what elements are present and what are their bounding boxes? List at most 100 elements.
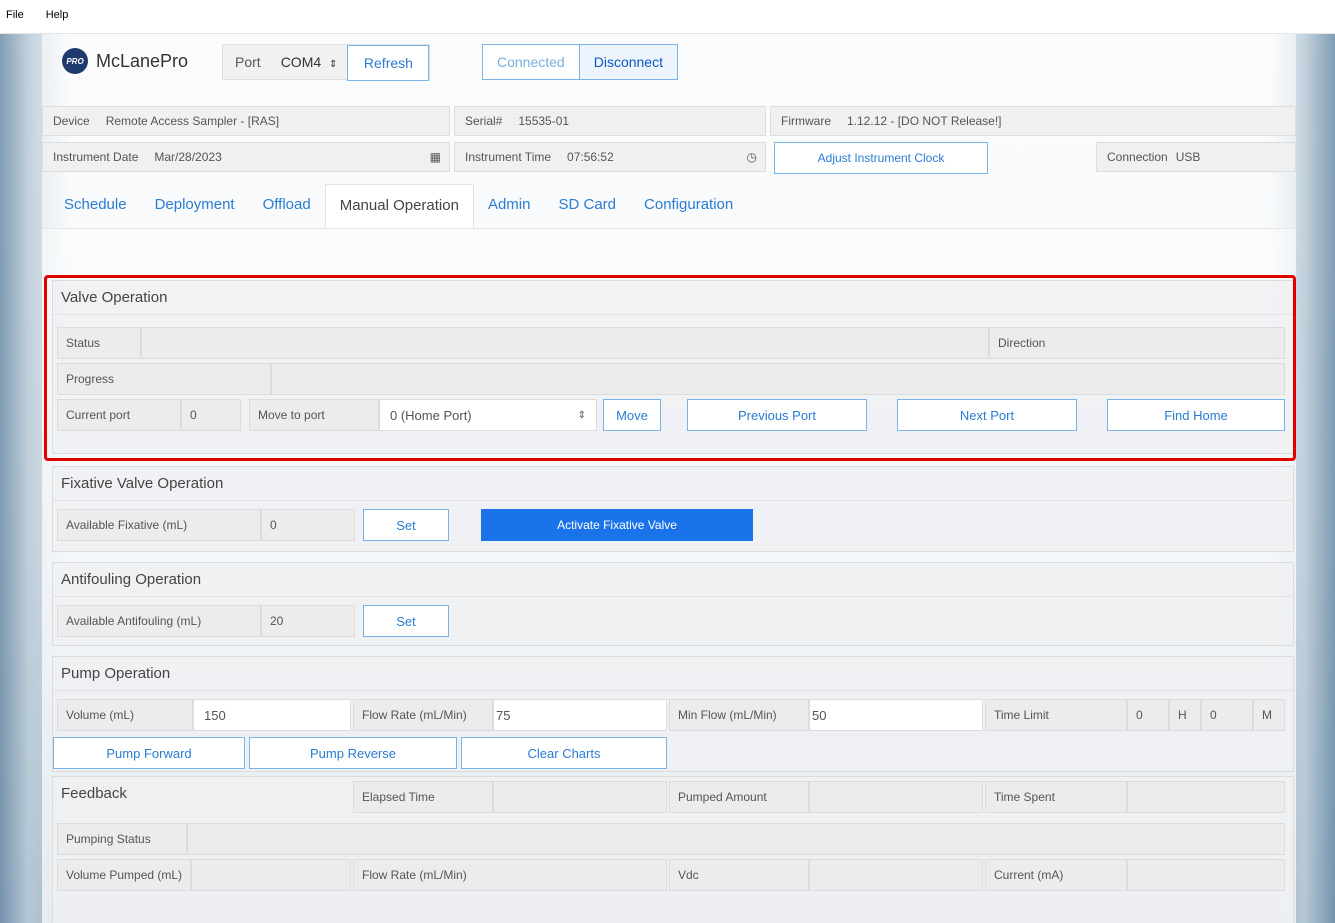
time-value: 07:56:52: [567, 150, 614, 164]
time-spent-label: Time Spent: [985, 781, 1127, 813]
serial-value: 15535-01: [518, 114, 570, 128]
pump-panel: Pump Operation Volume (mL) 150 Flow Rate…: [52, 656, 1294, 772]
move-to-port-select[interactable]: 0 (Home Port) ⇕: [379, 399, 597, 431]
current-value: [1127, 859, 1285, 891]
current-port-value: 0: [181, 399, 241, 431]
vdc-value: [809, 859, 983, 891]
min-flow-input[interactable]: 50: [809, 699, 983, 731]
pumped-amount-label: Pumped Amount: [669, 781, 809, 813]
serial-field: Serial# 15535-01: [454, 106, 766, 136]
port-value: COM4: [280, 54, 322, 70]
port-group: Port COM4 ⇕ Refresh: [222, 44, 431, 81]
tab-manual-operation[interactable]: Manual Operation: [324, 184, 474, 228]
pumping-status-label: Pumping Status: [57, 823, 187, 855]
status-label: Status: [57, 327, 141, 359]
volume-pumped-value: [191, 859, 351, 891]
logo-text: McLanePro: [96, 50, 189, 71]
current-port-label: Current port: [57, 399, 181, 431]
menu-bar: File Help: [0, 0, 1335, 34]
clock-icon[interactable]: ◷: [747, 150, 757, 164]
flow-rate-input[interactable]: 75: [493, 699, 667, 731]
find-home-button[interactable]: Find Home: [1107, 399, 1285, 431]
fixative-title: Fixative Valve Operation: [53, 467, 1293, 501]
tab-sd-card[interactable]: SD Card: [544, 184, 630, 228]
select-arrows-icon: ⇕: [329, 59, 338, 70]
port-label: Port: [235, 54, 261, 70]
hours-unit: H: [1169, 699, 1201, 731]
progress-label: Progress: [57, 363, 271, 395]
progress-bar: [271, 363, 1285, 395]
fixative-set-button[interactable]: Set: [363, 509, 449, 541]
top-bar: PRO McLanePro Port COM4 ⇕ Refresh Connec…: [42, 34, 1296, 98]
tab-configuration[interactable]: Configuration: [630, 184, 747, 228]
volume-input[interactable]: 150: [193, 699, 351, 731]
available-antifouling-label: Available Antifouling (mL): [57, 605, 261, 637]
elapsed-time-value: [493, 781, 667, 813]
tab-schedule[interactable]: Schedule: [42, 184, 141, 228]
antifouling-panel: Antifouling Operation Available Antifoul…: [52, 562, 1294, 646]
next-port-button[interactable]: Next Port: [897, 399, 1077, 431]
minutes-unit: M: [1253, 699, 1285, 731]
time-label: Instrument Time: [465, 150, 552, 164]
logo: PRO McLanePro: [62, 48, 188, 74]
time-limit-label: Time Limit: [985, 699, 1127, 731]
instrument-date-field[interactable]: Instrument Date Mar/28/2023 ▦: [42, 142, 450, 172]
current-label: Current (mA): [985, 859, 1127, 891]
pump-title: Pump Operation: [53, 657, 1293, 691]
minutes-input[interactable]: 0: [1201, 699, 1253, 731]
refresh-button[interactable]: Refresh: [347, 45, 430, 81]
connection-type-field: Connection USB: [1096, 142, 1296, 172]
vdc-label: Vdc: [669, 859, 809, 891]
pumping-status-value: [187, 823, 1285, 855]
volume-label: Volume (mL): [57, 699, 193, 731]
app-window: PRO McLanePro Port COM4 ⇕ Refresh Connec…: [42, 34, 1296, 923]
available-fixative-label: Available Fixative (mL): [57, 509, 261, 541]
activate-fixative-button[interactable]: Activate Fixative Valve: [481, 509, 753, 541]
move-to-port-value: 0 (Home Port): [390, 407, 472, 423]
menu-file[interactable]: File: [6, 9, 24, 21]
date-value: Mar/28/2023: [154, 150, 222, 164]
pumped-amount-value: [809, 781, 983, 813]
main-tabs: Schedule Deployment Offload Manual Opera…: [42, 184, 747, 228]
move-to-port-label: Move to port: [249, 399, 379, 431]
available-antifouling-value: 20: [261, 605, 355, 637]
firmware-label: Firmware: [781, 114, 831, 128]
available-fixative-value: 0: [261, 509, 355, 541]
min-flow-label: Min Flow (mL/Min): [669, 699, 809, 731]
fixative-panel: Fixative Valve Operation Available Fixat…: [52, 466, 1294, 552]
firmware-value: 1.12.12 - [DO NOT Release!]: [847, 114, 1002, 128]
device-label: Device: [53, 114, 90, 128]
pump-forward-button[interactable]: Pump Forward: [53, 737, 245, 769]
feedback-panel: Feedback Elapsed Time Pumped Amount Time…: [52, 776, 1294, 923]
clear-charts-button[interactable]: Clear Charts: [461, 737, 667, 769]
logo-badge-icon: PRO: [62, 48, 88, 74]
disconnect-button[interactable]: Disconnect: [578, 45, 677, 79]
port-select[interactable]: COM4 ⇕: [272, 45, 348, 79]
flow-rate-feedback-label: Flow Rate (mL/Min): [353, 859, 667, 891]
device-value: Remote Access Sampler - [RAS]: [105, 114, 280, 128]
date-label: Instrument Date: [53, 150, 139, 164]
calendar-icon[interactable]: ▦: [430, 150, 441, 164]
connection-type-value: USB: [1175, 150, 1201, 164]
antifouling-set-button[interactable]: Set: [363, 605, 449, 637]
serial-label: Serial#: [465, 114, 503, 128]
time-spent-value: [1127, 781, 1285, 813]
menu-help[interactable]: Help: [46, 9, 69, 21]
device-field: Device Remote Access Sampler - [RAS]: [42, 106, 450, 136]
connected-button[interactable]: Connected: [483, 45, 579, 79]
volume-pumped-label: Volume Pumped (mL): [57, 859, 191, 891]
pump-reverse-button[interactable]: Pump Reverse: [249, 737, 457, 769]
move-button[interactable]: Move: [603, 399, 661, 431]
antifouling-title: Antifouling Operation: [53, 563, 1293, 597]
hours-input[interactable]: 0: [1127, 699, 1169, 731]
tab-deployment[interactable]: Deployment: [141, 184, 249, 228]
valve-operation-panel: Valve Operation Status Direction Progres…: [52, 280, 1294, 454]
connection-type-label: Connection: [1107, 150, 1168, 164]
previous-port-button[interactable]: Previous Port: [687, 399, 867, 431]
flow-rate-label: Flow Rate (mL/Min): [353, 699, 493, 731]
valve-operation-title: Valve Operation: [53, 281, 1293, 315]
adjust-clock-button[interactable]: Adjust Instrument Clock: [774, 142, 988, 174]
tab-admin[interactable]: Admin: [474, 184, 545, 228]
tab-offload[interactable]: Offload: [249, 184, 325, 228]
instrument-time-field[interactable]: Instrument Time 07:56:52 ◷: [454, 142, 766, 172]
